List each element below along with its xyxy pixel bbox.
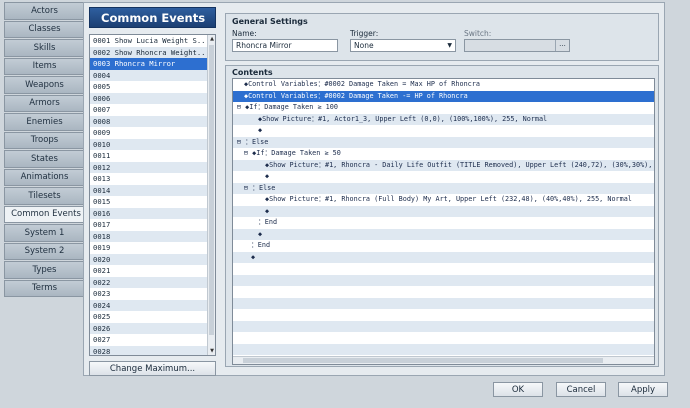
list-item[interactable]: 0005 bbox=[90, 81, 215, 93]
tab-armors[interactable]: Armors bbox=[4, 94, 85, 112]
command-line[interactable]: ⊟ ：Else bbox=[233, 182, 654, 194]
list-item[interactable]: 0018 bbox=[90, 230, 215, 242]
list-item[interactable]: 0022 bbox=[90, 276, 215, 288]
command-line[interactable]: ⊟ ：Else bbox=[233, 136, 654, 148]
command-line[interactable] bbox=[233, 297, 654, 309]
command-line[interactable]: ⊟ ◆If：Damage Taken ≥ 50 bbox=[233, 148, 654, 160]
trigger-value: None bbox=[354, 41, 374, 50]
scrollbar-thumb[interactable] bbox=[209, 45, 214, 335]
list-item[interactable]: 0025 bbox=[90, 311, 215, 323]
name-label: Name: bbox=[232, 29, 257, 38]
tab-types[interactable]: Types bbox=[4, 261, 85, 279]
command-line[interactable]: ◆Control Variables：#0002 Damage Taken = … bbox=[233, 79, 654, 91]
tab-actors[interactable]: Actors bbox=[4, 2, 85, 20]
switch-label: Switch: bbox=[464, 29, 492, 38]
general-settings-title: General Settings bbox=[232, 17, 308, 26]
scrollbar-thumb[interactable] bbox=[243, 358, 603, 363]
command-line[interactable]: ◆ bbox=[233, 251, 654, 263]
switch-browse-button[interactable]: ... bbox=[555, 40, 569, 51]
list-item[interactable]: 0021 bbox=[90, 265, 215, 277]
common-events-header: Common Events bbox=[89, 7, 216, 28]
list-item[interactable]: 0024 bbox=[90, 299, 215, 311]
list-item[interactable]: 0007 bbox=[90, 104, 215, 116]
tab-system-1[interactable]: System 1 bbox=[4, 224, 85, 242]
apply-button[interactable]: Apply bbox=[618, 382, 668, 397]
tab-enemies[interactable]: Enemies bbox=[4, 113, 85, 131]
command-line[interactable]: ◆Control Variables：#0002 Damage Taken -=… bbox=[233, 90, 654, 102]
tab-tilesets[interactable]: Tilesets bbox=[4, 187, 85, 205]
cancel-button[interactable]: Cancel bbox=[556, 382, 606, 397]
command-line[interactable]: ：End bbox=[233, 217, 654, 229]
list-item[interactable]: 0020 bbox=[90, 253, 215, 265]
command-line[interactable]: ◆ bbox=[233, 205, 654, 217]
trigger-label: Trigger: bbox=[350, 29, 379, 38]
list-item[interactable]: 0006 bbox=[90, 92, 215, 104]
scroll-up-icon[interactable]: ▲ bbox=[208, 36, 215, 42]
tab-weapons[interactable]: Weapons bbox=[4, 76, 85, 94]
change-maximum-button[interactable]: Change Maximum... bbox=[89, 361, 216, 376]
tab-system-2[interactable]: System 2 bbox=[4, 242, 85, 260]
tab-terms[interactable]: Terms bbox=[4, 279, 85, 297]
command-line[interactable] bbox=[233, 343, 654, 355]
command-line[interactable] bbox=[233, 332, 654, 344]
list-item[interactable]: 0001 Show Lucia Weight S... bbox=[90, 35, 215, 47]
list-item[interactable]: 0011 bbox=[90, 150, 215, 162]
command-line[interactable]: ◆ bbox=[233, 171, 654, 183]
list-item[interactable]: 0019 bbox=[90, 242, 215, 254]
name-field[interactable]: Rhoncra Mirror bbox=[232, 39, 338, 52]
list-item[interactable]: 0010 bbox=[90, 138, 215, 150]
list-item[interactable]: 0016 bbox=[90, 207, 215, 219]
chevron-down-icon: ▼ bbox=[447, 42, 452, 49]
event-command-list[interactable]: ◆Control Variables：#0002 Damage Taken = … bbox=[232, 78, 655, 365]
database-tabs: Actors Classes Skills Items Weapons Armors Ene… bbox=[4, 2, 88, 298]
list-item[interactable]: 0002 Show Rhoncra Weight... bbox=[90, 46, 215, 58]
command-line[interactable]: ：End bbox=[233, 240, 654, 252]
list-item[interactable]: 0028 bbox=[90, 345, 215, 355]
list-item[interactable]: 0004 bbox=[90, 69, 215, 81]
contents-title: Contents bbox=[232, 68, 273, 77]
tab-states[interactable]: States bbox=[4, 150, 85, 168]
command-line[interactable]: ◆ bbox=[233, 228, 654, 240]
list-scrollbar[interactable]: ▲ ▼ bbox=[207, 35, 215, 355]
command-line[interactable]: ◆Show Picture：#1, Actor1_3, Upper Left (… bbox=[233, 113, 654, 125]
list-item[interactable]: 0027 bbox=[90, 334, 215, 346]
list-item[interactable]: 0026 bbox=[90, 322, 215, 334]
list-item[interactable]: 0014 bbox=[90, 184, 215, 196]
list-item[interactable]: 0003 Rhoncra Mirror bbox=[90, 58, 215, 70]
tab-items[interactable]: Items bbox=[4, 57, 85, 75]
command-line[interactable] bbox=[233, 286, 654, 298]
switch-field[interactable]: ... bbox=[464, 39, 570, 52]
tab-skills[interactable]: Skills bbox=[4, 39, 85, 57]
tab-animations[interactable]: Animations bbox=[4, 168, 85, 186]
command-line[interactable] bbox=[233, 320, 654, 332]
scroll-down-icon[interactable]: ▼ bbox=[208, 348, 215, 354]
list-item[interactable]: 0012 bbox=[90, 161, 215, 173]
ok-button[interactable]: OK bbox=[493, 382, 543, 397]
common-events-list[interactable]: 0001 Show Lucia Weight S... 0002 Show Rho… bbox=[89, 34, 216, 356]
horizontal-scrollbar[interactable] bbox=[233, 356, 654, 364]
contents-group: Contents ◆Control Variables：#0002 Damage… bbox=[225, 65, 659, 367]
command-line[interactable] bbox=[233, 263, 654, 275]
command-line[interactable] bbox=[233, 274, 654, 286]
common-events-column: Common Events 0001 Show Lucia Weight S..… bbox=[89, 7, 216, 356]
command-line[interactable] bbox=[233, 309, 654, 321]
general-settings-group: General Settings Name: Rhoncra Mirror Tr… bbox=[225, 13, 659, 61]
list-item[interactable]: 0015 bbox=[90, 196, 215, 208]
list-item[interactable]: 0009 bbox=[90, 127, 215, 139]
trigger-select[interactable]: None ▼ bbox=[350, 39, 456, 52]
list-item[interactable]: 0017 bbox=[90, 219, 215, 231]
list-item[interactable]: 0023 bbox=[90, 288, 215, 300]
command-line[interactable]: ◆ bbox=[233, 125, 654, 137]
common-events-panel: Common Events 0001 Show Lucia Weight S..… bbox=[83, 2, 665, 376]
command-line[interactable]: ◆Show Picture：#1, Rhoncra (Full Body) My… bbox=[233, 194, 654, 206]
list-item[interactable]: 0008 bbox=[90, 115, 215, 127]
tab-common-events[interactable]: Common Events bbox=[4, 205, 88, 223]
command-line[interactable]: ◆Show Picture：#1, Rhoncra - Daily Life O… bbox=[233, 159, 654, 171]
tab-troops[interactable]: Troops bbox=[4, 131, 85, 149]
list-item[interactable]: 0013 bbox=[90, 173, 215, 185]
command-line[interactable]: ⊟ ◆If：Damage Taken ≥ 100 bbox=[233, 102, 654, 114]
tab-classes[interactable]: Classes bbox=[4, 20, 85, 38]
